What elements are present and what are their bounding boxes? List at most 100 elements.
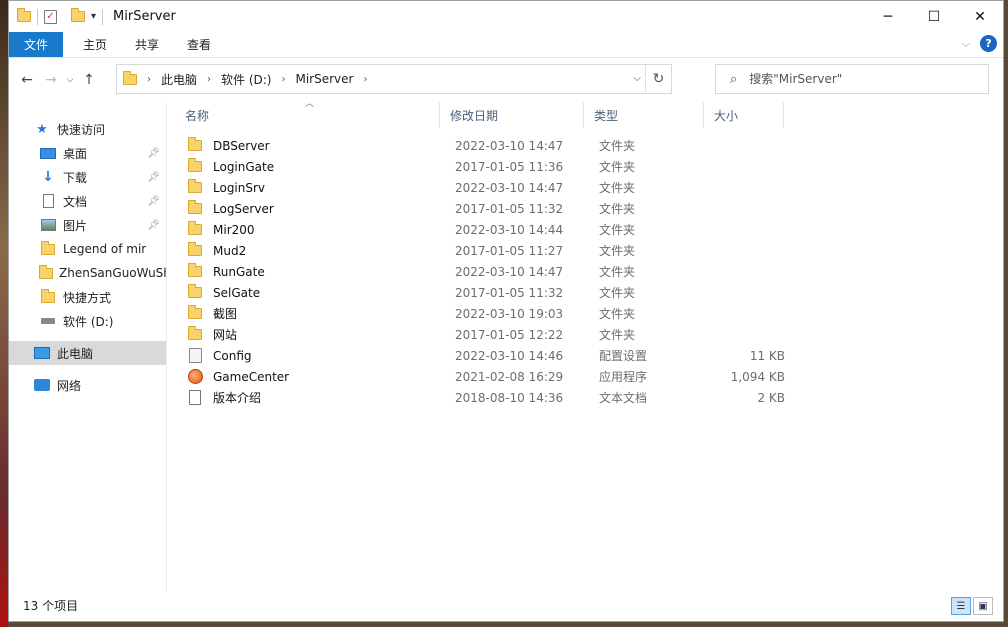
nav-this-pc[interactable]: 此电脑	[9, 341, 166, 365]
divider	[37, 8, 38, 25]
properties-icon[interactable]: ✓	[44, 9, 57, 24]
file-row[interactable]: Mud2 2017-01-05 11:27 文件夹	[187, 240, 787, 261]
file-row[interactable]: Mir200 2022-03-10 14:44 文件夹	[187, 219, 787, 240]
chevron-down-icon[interactable]: ⌵	[633, 73, 641, 84]
file-name: LoginGate	[213, 159, 275, 174]
tab-home[interactable]: 主页	[69, 32, 121, 57]
desktop-icon	[39, 147, 57, 159]
recent-locations-icon[interactable]: ⌵	[63, 75, 77, 85]
breadcrumb-drive-d[interactable]: 软件 (D:)	[221, 71, 271, 88]
forward-button[interactable]: →	[39, 72, 63, 88]
nav-item-downloads[interactable]: ↓ 下载 📌︎	[9, 165, 166, 189]
file-row[interactable]: Config 2022-03-10 14:46 配置设置 11 KB	[187, 345, 787, 366]
file-name-cell: DBServer	[187, 137, 270, 153]
window-controls: ─ ☐ ✕	[865, 1, 1003, 32]
file-type: 文件夹	[599, 139, 636, 153]
file-name-cell: 截图	[187, 305, 237, 322]
file-row[interactable]: LoginSrv 2022-03-10 14:47 文件夹	[187, 177, 787, 198]
file-row[interactable]: 版本介绍 2018-08-10 14:36 文本文档 2 KB	[187, 387, 787, 408]
search-box[interactable]: ⌕	[715, 64, 989, 94]
folder-icon	[187, 179, 203, 193]
column-header-date[interactable]: 修改日期	[440, 102, 584, 128]
file-name: LoginSrv	[213, 180, 266, 195]
file-size: 1,094 KB	[730, 369, 785, 384]
nav-label: 桌面	[63, 146, 88, 161]
file-row[interactable]: 截图 2022-03-10 19:03 文件夹	[187, 303, 787, 324]
nav-label: 快速访问	[57, 122, 106, 137]
nav-item-pictures[interactable]: 图片 📌︎	[9, 213, 166, 237]
maximize-button[interactable]: ☐	[911, 1, 957, 32]
file-name: 网站	[213, 328, 238, 342]
search-icon: ⌕	[730, 71, 738, 87]
breadcrumb-mirserver[interactable]: MirServer	[295, 72, 353, 86]
file-date: 2017-01-05 12:22	[455, 327, 564, 342]
file-date: 2018-08-10 14:36	[455, 390, 564, 405]
nav-item-desktop[interactable]: 桌面 📌︎	[9, 141, 166, 165]
view-buttons: ☰ ▣	[951, 597, 993, 615]
file-name: RunGate	[213, 264, 265, 279]
tab-share[interactable]: 共享	[121, 32, 173, 57]
folder-icon	[123, 70, 137, 85]
folder-icon	[39, 264, 53, 279]
folder-icon	[17, 8, 31, 22]
file-row[interactable]: DBServer 2022-03-10 14:47 文件夹	[187, 135, 787, 156]
folder-icon	[187, 137, 203, 151]
file-row[interactable]: GameCenter 2021-02-08 16:29 应用程序 1,094 KB	[187, 366, 787, 387]
nav-label: 网络	[57, 378, 82, 393]
folder-icon	[39, 288, 57, 303]
nav-item-zhensanguowush[interactable]: ZhenSanGuoWuSh	[9, 261, 166, 285]
folder-icon	[187, 284, 203, 298]
file-date: 2017-01-05 11:32	[455, 201, 564, 216]
refresh-button[interactable]: ↻	[645, 65, 671, 93]
file-name-cell: LogServer	[187, 200, 274, 216]
nav-item-shortcuts[interactable]: 快捷方式	[9, 285, 166, 309]
expand-ribbon-icon[interactable]: ⌵	[962, 37, 970, 51]
file-row[interactable]: LogServer 2017-01-05 11:32 文件夹	[187, 198, 787, 219]
column-header-type[interactable]: 类型	[584, 102, 704, 128]
divider	[102, 8, 104, 25]
file-date: 2021-02-08 16:29	[455, 369, 564, 384]
folder-icon	[187, 263, 203, 277]
file-row[interactable]: SelGate 2017-01-05 11:32 文件夹	[187, 282, 787, 303]
chevron-right-icon: ›	[207, 73, 212, 85]
file-name: LogServer	[213, 201, 274, 216]
file-row[interactable]: LoginGate 2017-01-05 11:36 文件夹	[187, 156, 787, 177]
pin-icon: 📌︎	[147, 147, 160, 159]
new-folder-icon[interactable]	[71, 8, 85, 22]
file-name: 截图	[213, 307, 238, 321]
help-icon[interactable]: ?	[980, 35, 997, 52]
back-button[interactable]: ←	[15, 72, 39, 88]
nav-item-drive-d[interactable]: 软件 (D:)	[9, 309, 166, 333]
tab-file[interactable]: 文件	[9, 32, 64, 57]
file-row[interactable]: 网站 2017-01-05 12:22 文件夹	[187, 324, 787, 345]
nav-label: 图片	[63, 218, 88, 233]
file-name-cell: RunGate	[187, 263, 265, 279]
large-icons-view-icon[interactable]: ▣	[973, 597, 993, 615]
ribbon-tabs: 文件 主页 共享 查看 ⌵ ?	[9, 32, 1003, 58]
nav-item-legend-of-mir[interactable]: Legend of mir	[9, 237, 166, 261]
title-bar: ✓ ▾ MirServer ─ ☐ ✕	[9, 1, 1003, 32]
column-header-name[interactable]: 名称	[175, 102, 440, 128]
desktop-background	[0, 0, 8, 627]
nav-quick-access[interactable]: ★ 快速访问	[9, 117, 166, 141]
address-bar[interactable]: › 此电脑 › 软件 (D:) › MirServer › ⌵ ↻	[116, 64, 672, 94]
nav-item-documents[interactable]: 文档 📌︎	[9, 189, 166, 213]
customize-toolbar-icon[interactable]: ▾	[91, 11, 96, 22]
breadcrumb-this-pc[interactable]: 此电脑	[161, 71, 197, 88]
file-name-cell: Mud2	[187, 242, 246, 258]
file-name: Mir200	[213, 222, 255, 237]
file-row[interactable]: RunGate 2022-03-10 14:47 文件夹	[187, 261, 787, 282]
nav-label: 下载	[63, 170, 88, 185]
nav-network[interactable]: 网络	[9, 373, 166, 397]
star-icon: ★	[36, 121, 48, 137]
pin-icon: 📌︎	[147, 171, 160, 183]
up-button[interactable]: ↑	[77, 72, 101, 88]
folder-icon	[187, 242, 203, 256]
tab-view[interactable]: 查看	[173, 32, 225, 57]
minimize-button[interactable]: ─	[865, 1, 911, 32]
close-button[interactable]: ✕	[957, 1, 1003, 32]
column-header-size[interactable]: 大小	[704, 102, 784, 128]
search-input[interactable]	[749, 72, 970, 86]
file-type: 配置设置	[599, 349, 648, 363]
details-view-icon[interactable]: ☰	[951, 597, 971, 615]
